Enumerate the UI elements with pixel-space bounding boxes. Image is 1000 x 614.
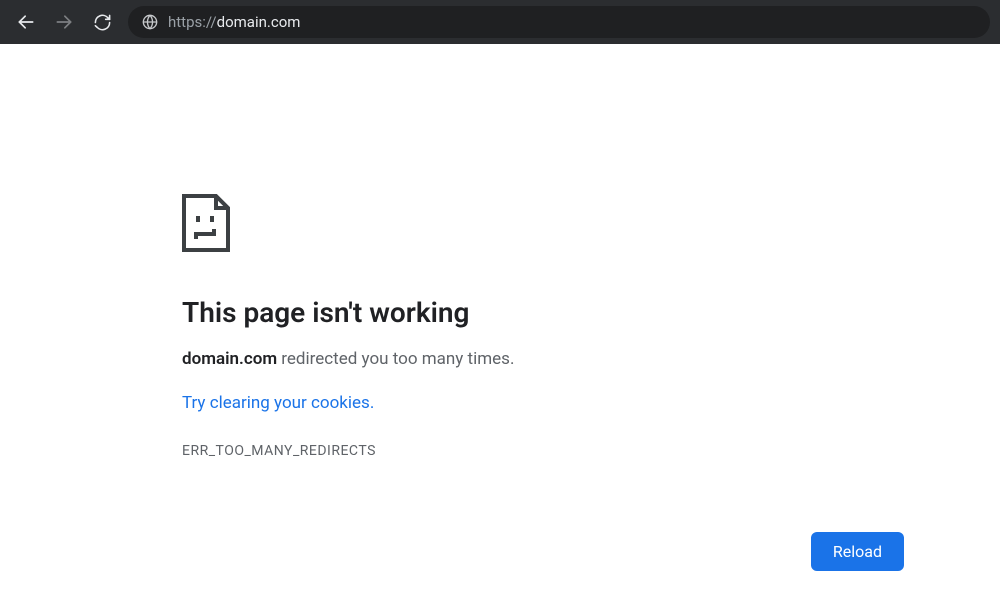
reload-icon <box>93 13 112 32</box>
error-message: domain.com redirected you too many times… <box>182 349 1000 369</box>
arrow-left-icon <box>16 12 36 32</box>
error-redirect-text: redirected you too many times. <box>277 349 514 369</box>
error-code: ERR_TOO_MANY_REDIRECTS <box>182 443 1000 459</box>
url-host: domain.com <box>217 13 301 31</box>
forward-button[interactable] <box>48 6 80 38</box>
globe-icon <box>142 14 158 30</box>
arrow-right-icon <box>54 12 74 32</box>
reload-nav-button[interactable] <box>86 6 118 38</box>
cookies-suggestion: Try clearing your cookies. <box>182 393 1000 413</box>
sad-file-icon <box>182 194 1000 256</box>
address-bar[interactable]: https://domain.com <box>128 6 990 38</box>
reload-button[interactable]: Reload <box>811 532 904 571</box>
clear-cookies-link[interactable]: Try clearing your cookies. <box>182 393 374 413</box>
back-button[interactable] <box>10 6 42 38</box>
browser-toolbar: https://domain.com <box>0 0 1000 44</box>
error-title: This page isn't working <box>182 296 1000 329</box>
url-text: https://domain.com <box>168 13 300 31</box>
url-scheme: https:// <box>168 13 217 31</box>
error-domain: domain.com <box>182 349 277 369</box>
error-page: This page isn't working domain.com redir… <box>0 44 1000 459</box>
